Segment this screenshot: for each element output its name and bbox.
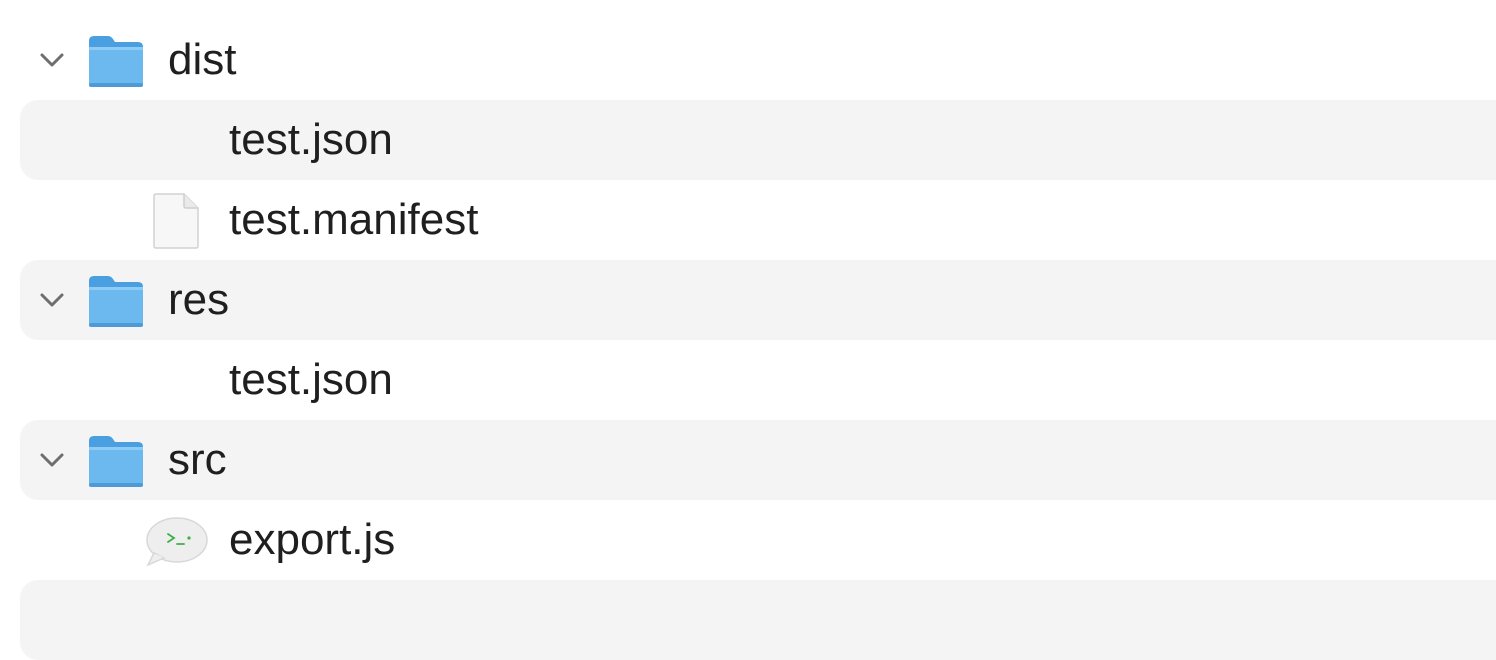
script-icon <box>146 517 208 567</box>
tree-item-label: test.json <box>229 115 393 164</box>
tree-item-label: export.js <box>229 515 396 564</box>
chevron-down-icon[interactable] <box>36 448 68 472</box>
tree-item-label: dist <box>168 35 237 84</box>
document-icon <box>153 193 199 249</box>
tree-item-label: res <box>168 275 230 324</box>
folder-icon <box>89 436 143 487</box>
tree-item-label: src <box>168 435 227 484</box>
tree-row-test-json[interactable]: test.json <box>20 340 1496 420</box>
tree-row-export-js[interactable]: export.js <box>20 500 1496 580</box>
tree-row-dist[interactable]: dist <box>20 20 1496 100</box>
tree-row-src[interactable]: src <box>20 420 1496 500</box>
tree-row-res[interactable]: res <box>20 260 1496 340</box>
tree-item-label: test.manifest <box>229 195 479 244</box>
tree-row-test-manifest[interactable]: test.manifest <box>20 180 1496 260</box>
tree-row-empty <box>20 580 1496 660</box>
folder-icon <box>89 36 143 87</box>
tree-row-test-json[interactable]: test.json <box>20 100 1496 180</box>
file-tree: dist test.json test.manifest res test.js… <box>0 20 1496 660</box>
chevron-down-icon[interactable] <box>36 288 68 312</box>
chevron-down-icon[interactable] <box>36 48 68 72</box>
folder-icon <box>89 276 143 327</box>
tree-item-label: test.json <box>229 355 393 404</box>
